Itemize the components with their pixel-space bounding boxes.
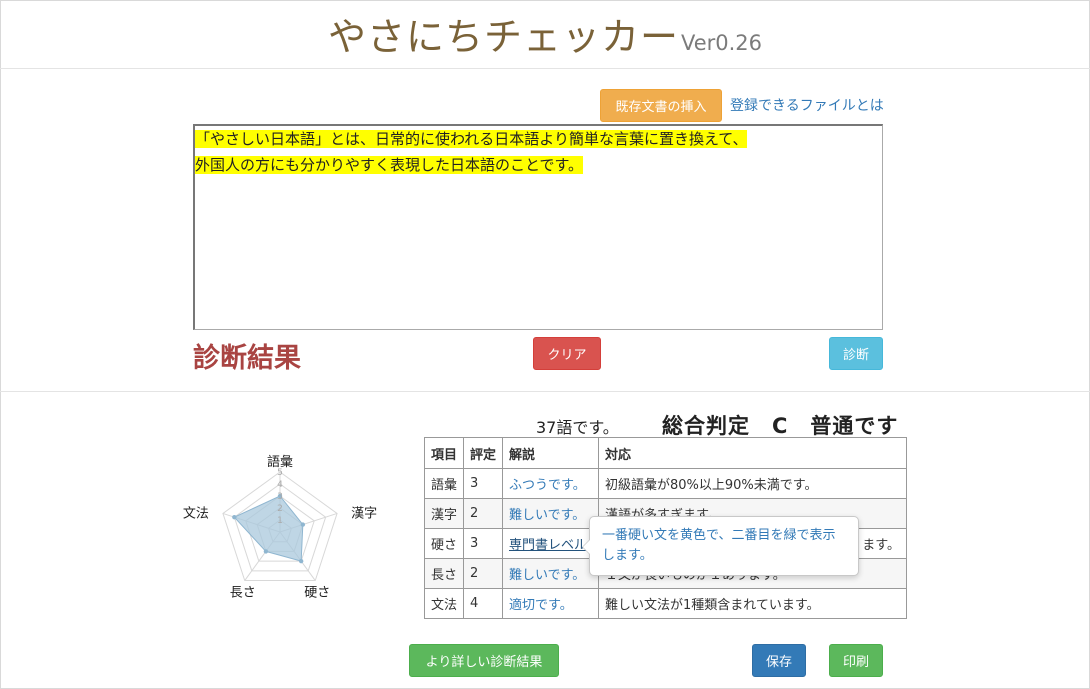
diagnose-button[interactable]: 診断: [829, 337, 883, 370]
row-explain-link[interactable]: 適切です。: [502, 588, 599, 619]
radar-tick-label: 1: [277, 516, 283, 526]
clear-button[interactable]: クリア: [533, 337, 601, 370]
row-item: 漢字: [424, 498, 464, 529]
header-score: 評定: [463, 437, 503, 469]
overall-judgement: 総合判定 C 普通です: [662, 414, 899, 438]
radar-data-point: [300, 522, 306, 527]
print-button[interactable]: 印刷: [829, 644, 883, 677]
row-item: 硬さ: [424, 528, 464, 559]
row-item: 語彙: [424, 468, 464, 499]
radar-axis-label: 硬さ: [304, 586, 330, 601]
app-version: Ver0.26: [680, 31, 763, 55]
editor-line-2: 外国人の方にも分かりやすく表現した日本語のことです。: [195, 156, 584, 174]
table-header-row: 項目 評定 解説 対応: [424, 437, 907, 469]
row-explain-link[interactable]: ふつうです。: [502, 468, 599, 499]
row-score: 3: [463, 468, 503, 499]
app-title: やさにちチェッカーVer0.26: [0, 6, 1090, 61]
editor-line: 外国人の方にも分かりやすく表現した日本語のことです。: [195, 152, 882, 178]
text-editor[interactable]: 「やさしい日本語」とは、日常的に使われる日本語より簡単な言葉に置き換えて、 外国…: [193, 124, 883, 330]
header-action: 対応: [598, 437, 907, 469]
row-score: 2: [463, 498, 503, 529]
radar-axis-label: 文法: [183, 506, 209, 521]
app-title-main: やさにちチェッカー: [327, 15, 679, 59]
radar-tick-label: 3: [277, 492, 283, 502]
row-explain-link[interactable]: 難しいです。: [502, 498, 599, 529]
table-row: 語彙 3 ふつうです。 初級語彙が80%以上90%未満です。: [424, 468, 907, 499]
radar-data-point: [263, 549, 269, 554]
row-score: 4: [463, 588, 503, 619]
row-explain-link[interactable]: 難しいです。: [502, 558, 599, 589]
radar-tick-label: 2: [277, 504, 283, 514]
row-action: 初級語彙が80%以上90%未満です。: [598, 468, 907, 499]
radar-axis-label: 長さ: [230, 586, 256, 601]
diagnosis-title: 診断結果: [193, 343, 301, 374]
editor-line-1: 「やさしい日本語」とは、日常的に使われる日本語より簡単な言葉に置き換えて、: [195, 130, 748, 148]
radar-data-area: [233, 495, 304, 562]
header-item: 項目: [424, 437, 464, 469]
section-divider: [0, 391, 1090, 392]
row-action: 難しい文法が1種類含まれています。: [598, 588, 907, 619]
save-button[interactable]: 保存: [752, 644, 806, 677]
title-bar: やさにちチェッカーVer0.26: [0, 0, 1090, 69]
registrable-files-link[interactable]: 登録できるファイルとは: [730, 95, 884, 115]
row-item: 文法: [424, 588, 464, 619]
tooltip-popover: 一番硬い文を黄色で、二番目を緑で表示します。: [582, 516, 859, 576]
row-score: 2: [463, 558, 503, 589]
word-count: 37語です。: [536, 418, 619, 437]
radar-tick-label: 4: [277, 480, 283, 490]
radar-axis-label: 漢字: [351, 506, 377, 521]
row-score: 3: [463, 528, 503, 559]
detailed-results-button[interactable]: より詳しい診断結果: [409, 644, 559, 677]
table-row: 文法 4 適切です。 難しい文法が1種類含まれています。: [424, 588, 907, 619]
radar-axis-label: 語彙: [267, 454, 293, 470]
radar-data-point: [232, 514, 237, 520]
radar-chart: 12345語彙漢字硬さ長さ文法: [183, 454, 377, 601]
insert-document-button[interactable]: 既存文書の挿入: [600, 89, 722, 122]
radar-data-point: [298, 558, 304, 564]
row-item: 長さ: [424, 558, 464, 589]
editor-line: 「やさしい日本語」とは、日常的に使われる日本語より簡単な言葉に置き換えて、: [195, 126, 882, 152]
header-explain: 解説: [502, 437, 599, 469]
